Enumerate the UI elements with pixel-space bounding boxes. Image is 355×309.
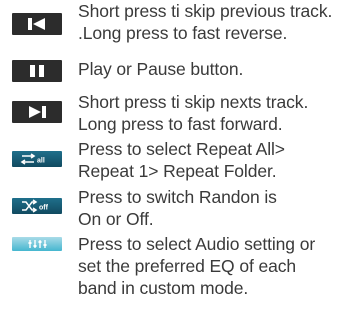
skip-next-line-2: Long press to fast forward. xyxy=(78,114,283,134)
equalizer-icon[interactable] xyxy=(12,237,62,251)
play-pause-description: Play or Pause button. xyxy=(78,58,243,80)
shuffle-line-1: Press to switch Randon is xyxy=(78,187,277,207)
play-pause-line-1: Play or Pause button. xyxy=(78,59,244,79)
equalizer-line-2: set the preferred EQ of each xyxy=(78,256,297,276)
repeat-line-1: Press to select Repeat All> xyxy=(78,139,285,159)
equalizer-line-3: band in custom mode. xyxy=(78,278,249,298)
skip-next-description: Short press ti skip nexts track. Long pr… xyxy=(78,91,308,135)
skip-previous-line-2: .Long press to fast reverse. xyxy=(78,23,288,43)
skip-previous-line-1: Short press ti skip previous track. xyxy=(78,1,333,21)
repeat-all-icon[interactable]: all xyxy=(12,151,62,167)
shuffle-description: Press to switch Randon is On or Off. xyxy=(78,186,277,230)
repeat-line-2: Repeat 1> Repeat Folder. xyxy=(78,161,277,181)
shuffle-off-icon[interactable]: off xyxy=(12,198,62,214)
shuffle-off-icon-label: off xyxy=(39,205,49,212)
skip-previous-description: Short press ti skip previous track. .Lon… xyxy=(78,0,332,44)
play-pause-icon[interactable] xyxy=(12,60,62,82)
equalizer-description: Press to select Audio setting or set the… xyxy=(78,233,315,299)
equalizer-line-1: Press to select Audio setting or xyxy=(78,234,316,254)
skip-next-line-1: Short press ti skip nexts track. xyxy=(78,92,309,112)
repeat-description: Press to select Repeat All> Repeat 1> Re… xyxy=(78,138,285,182)
skip-next-icon[interactable] xyxy=(12,101,62,123)
skip-previous-icon[interactable] xyxy=(12,13,62,35)
repeat-all-icon-label: all xyxy=(37,158,45,165)
shuffle-line-2: On or Off. xyxy=(78,209,154,229)
